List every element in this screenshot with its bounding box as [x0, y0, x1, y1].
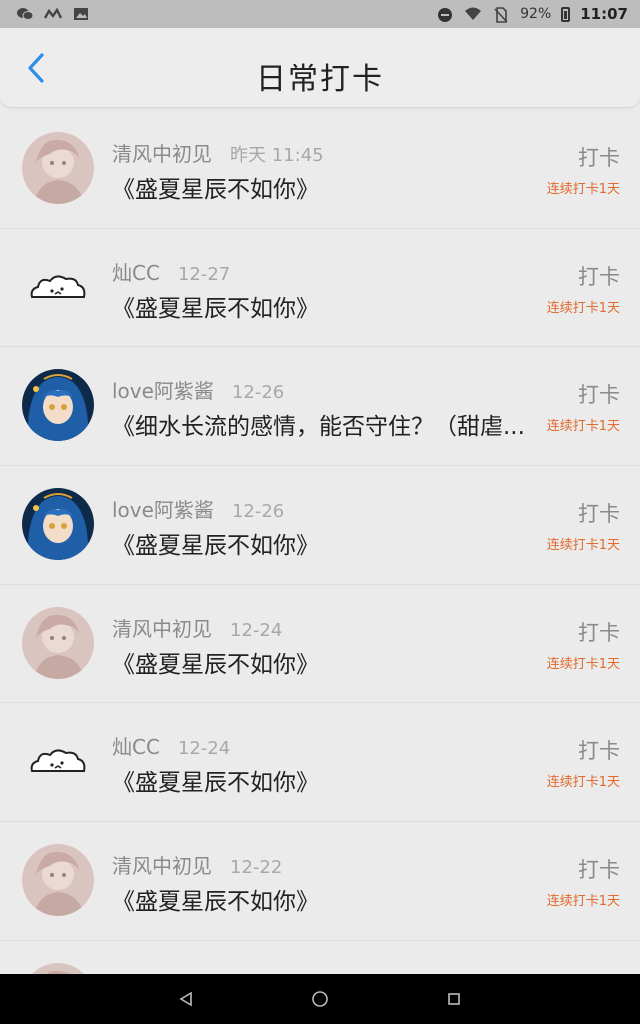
battery-icon [561, 6, 571, 22]
list-item-partial[interactable] [0, 941, 640, 974]
item-meta: 清风中初见 12-24 [112, 613, 282, 642]
item-meta: 清风中初见 昨天 11:45 [112, 138, 324, 167]
post-time: 昨天 11:45 [230, 145, 324, 166]
nav-recents-button[interactable] [442, 987, 466, 1011]
book-title[interactable]: 《盛夏星辰不如你》 [112, 645, 542, 679]
streak-label: 连续打卡1天 [546, 300, 620, 316]
streak-label: 连续打卡1天 [546, 538, 620, 554]
avatar-girl-sketch[interactable] [22, 132, 94, 204]
status-bar: 92% 11:07 [0, 0, 640, 28]
book-title[interactable]: 《细水长流的感情，能否守住？（甜虐... [112, 407, 542, 441]
checkin-label: 打卡 [578, 620, 620, 645]
no-sim-icon [492, 7, 510, 23]
post-time: 12-26 [231, 382, 285, 404]
streak-label: 连续打卡1天 [546, 894, 620, 910]
checkin-label: 打卡 [578, 264, 620, 289]
username[interactable]: love阿紫酱 [112, 375, 214, 404]
list-item[interactable]: 清风中初见 12-22 《盛夏星辰不如你》 打卡 连续打卡1天 [0, 822, 640, 941]
username[interactable]: love阿紫酱 [112, 494, 214, 523]
post-time: 12-27 [177, 263, 231, 285]
book-title[interactable]: 《盛夏星辰不如你》 [112, 882, 542, 916]
triangle-back-icon [179, 991, 192, 1007]
list-item[interactable]: love阿紫酱 12-26 《细水长流的感情，能否守住？（甜虐... 打卡 连续… [0, 347, 640, 467]
checkin-label: 打卡 [578, 146, 620, 170]
clock: 11:07 [580, 5, 628, 23]
avatar-anime-blue-hair[interactable] [22, 369, 94, 442]
nav-home-button[interactable] [308, 987, 332, 1011]
streak-label: 连续打卡1天 [546, 182, 620, 197]
streak-label: 连续打卡1天 [546, 419, 620, 435]
username[interactable]: 灿CC [112, 731, 160, 760]
battery-percentage: 92% [520, 6, 552, 22]
wifi-icon [464, 7, 482, 21]
checkin-list: 清风中初见 昨天 11:45 《盛夏星辰不如你》 打卡 连续打卡1天 灿CC 1… [0, 110, 640, 974]
streak-label: 连续打卡1天 [546, 656, 620, 672]
book-title[interactable]: 《盛夏星辰不如你》 [112, 763, 542, 797]
avatar-doodle-creature[interactable] [22, 725, 94, 798]
page-title: 日常打卡 [256, 62, 384, 97]
app-notification-icon [43, 7, 63, 21]
item-meta: 灿CC 12-24 [112, 731, 230, 760]
nav-back-button[interactable] [174, 987, 198, 1011]
item-meta: love阿紫酱 12-26 [112, 375, 284, 404]
status-left [16, 7, 90, 21]
post-time: 12-22 [230, 857, 283, 879]
book-title[interactable]: 《盛夏星辰不如你》 [112, 526, 542, 560]
post-time: 12-24 [230, 619, 283, 641]
item-meta: love阿紫酱 12-26 [112, 494, 284, 523]
book-title[interactable]: 《盛夏星辰不如你》 [112, 289, 542, 323]
image-icon [72, 7, 90, 21]
item-meta: 清风中初见 12-22 [112, 850, 282, 879]
list-item[interactable]: 清风中初见 昨天 11:45 《盛夏星辰不如你》 打卡 连续打卡1天 [0, 110, 640, 229]
checkin-label: 打卡 [578, 502, 620, 527]
list-item[interactable]: 灿CC 12-27 《盛夏星辰不如你》 打卡 连续打卡1天 [0, 229, 640, 348]
post-time: 12-26 [231, 501, 285, 523]
list-item[interactable]: 灿CC 12-24 《盛夏星辰不如你》 打卡 连续打卡1天 [0, 703, 640, 823]
username[interactable]: 清风中初见 [112, 138, 212, 167]
circle-home-icon [312, 991, 328, 1007]
wechat-icon [16, 7, 34, 21]
checkin-label: 打卡 [578, 858, 620, 883]
do-not-disturb-icon [436, 7, 454, 22]
username[interactable]: 清风中初见 [112, 850, 212, 879]
book-title[interactable]: 《盛夏星辰不如你》 [112, 170, 542, 204]
avatar-anime-blue-hair[interactable] [22, 488, 94, 561]
avatar-girl-sketch[interactable] [22, 962, 94, 974]
username[interactable]: 灿CC [112, 257, 160, 286]
checkin-label: 打卡 [578, 739, 620, 764]
list-item[interactable]: love阿紫酱 12-26 《盛夏星辰不如你》 打卡 连续打卡1天 [0, 466, 640, 585]
avatar-girl-sketch[interactable] [22, 606, 94, 679]
streak-label: 连续打卡1天 [546, 775, 620, 791]
username[interactable]: 清风中初见 [112, 613, 212, 642]
checkin-label: 打卡 [578, 383, 620, 408]
status-right: 92% 11:07 [436, 5, 628, 23]
list-item[interactable]: 清风中初见 12-24 《盛夏星辰不如你》 打卡 连续打卡1天 [0, 585, 640, 704]
header: 日常打卡 [0, 28, 640, 108]
avatar-girl-sketch[interactable] [22, 844, 94, 917]
post-time: 12-24 [177, 738, 231, 760]
avatar-doodle-creature[interactable] [22, 250, 94, 323]
item-meta: 灿CC 12-27 [112, 257, 230, 286]
square-recents-icon [448, 993, 460, 1005]
system-nav-bar [0, 974, 640, 1024]
